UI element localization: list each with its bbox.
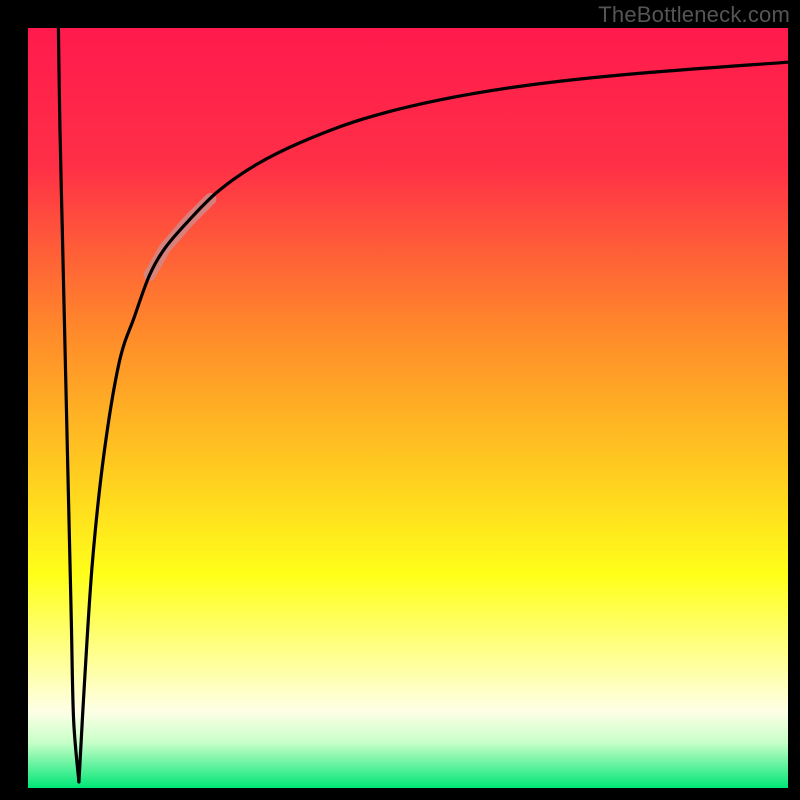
watermark-text: TheBottleneck.com xyxy=(598,2,790,28)
bottleneck-chart xyxy=(0,0,800,800)
chart-frame: TheBottleneck.com xyxy=(0,0,800,800)
